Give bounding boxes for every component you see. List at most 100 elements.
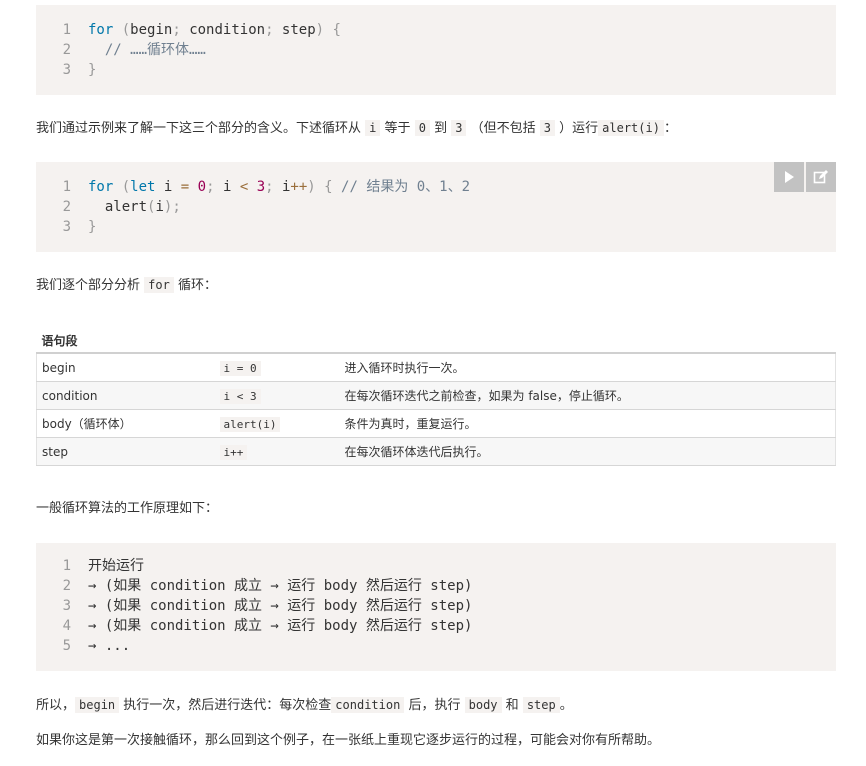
code-token: i (155, 199, 164, 215)
code-token: begin (130, 22, 173, 38)
code-token: ; (206, 179, 215, 195)
text: 。 (559, 698, 573, 713)
text: 所以， (36, 698, 76, 713)
code-token: ) (315, 22, 325, 38)
text: 循环： (177, 278, 217, 293)
line-number: 3 (62, 598, 71, 614)
text: 等于 (384, 121, 411, 136)
code-token: for (88, 22, 114, 38)
code-text: → (如果 condition 成立 → 运行 body 然后运行 step) (88, 618, 473, 634)
code-token: 3 (256, 179, 266, 195)
code-line: 1 for (let i = 0; i < 3; i++) { // 结果为 0、… (36, 177, 836, 197)
code-token: ; (172, 22, 181, 38)
line-number: 3 (62, 219, 71, 235)
code-text: for (begin; condition; step) { (71, 20, 341, 40)
text: 我们逐个部分分析 (36, 278, 141, 293)
text: 我们通过示例来了解一下这三个部分的含义。下述循环从 (36, 121, 362, 136)
cell-desc: 在每次循环迭代之前检查，如果为 false，停止循环。 (339, 381, 836, 410)
code-token: { (332, 22, 341, 38)
intro-paragraph: 我们通过示例来了解一下这三个部分的含义。下述循环从 i 等于 0 到 3 （但不… (36, 118, 677, 139)
code-text: 开始运行 (88, 558, 144, 574)
loop-parts-table: 语句段 begin i = 0 进入循环时执行一次。 condition i <… (36, 328, 836, 466)
code-token: // 结果为 0、1、2 (341, 179, 471, 195)
text: 到 (434, 121, 448, 136)
code-line: 3} (36, 60, 836, 80)
code-line: 2 // ……循环体…… (36, 40, 836, 60)
code-text: alert(i); (71, 197, 181, 217)
edit-button[interactable] (806, 162, 836, 192)
code-text: → (如果 condition 成立 → 运行 body 然后运行 step) (88, 578, 473, 594)
code-token: = (180, 179, 190, 195)
inline-code: 3 (539, 120, 555, 136)
table-row: condition i < 3 在每次循环迭代之前检查，如果为 false，停止… (36, 381, 836, 410)
code-token: i (273, 179, 291, 195)
code-token: condition (180, 22, 266, 38)
cell-name: condition (36, 381, 215, 410)
line-number: 2 (62, 578, 71, 594)
code-text: // ……循环体…… (71, 40, 206, 60)
code-line: 3 → (如果 condition 成立 → 运行 body 然后运行 step) (36, 596, 836, 616)
cell-desc: 在每次循环体迭代后执行。 (339, 437, 836, 466)
line-number: 5 (62, 638, 71, 654)
cell-code: i++ (219, 444, 248, 460)
line-number: 2 (62, 42, 71, 58)
code-line: 2 alert(i); (36, 197, 836, 217)
code-token: alert (88, 199, 148, 215)
line-number: 1 (62, 179, 71, 195)
tip-paragraph: 如果你这是第一次接触循环，那么回到这个例子，在一张纸上重现它逐步运行的过程，可能… (36, 733, 661, 748)
inline-code: begin (75, 697, 120, 713)
text: 执行一次，然后进行迭代：每次检查 (123, 698, 332, 713)
edit-icon (813, 170, 828, 184)
code-text: → (如果 condition 成立 → 运行 body 然后运行 step) (88, 598, 473, 614)
code-block-algorithm: 1 开始运行 2 → (如果 condition 成立 → 运行 body 然后运行 … (36, 543, 836, 671)
code-token: 0 (197, 179, 207, 195)
line-number: 4 (62, 618, 71, 634)
line-number: 1 (62, 22, 71, 38)
run-button[interactable] (774, 162, 804, 192)
inline-code: condition (331, 697, 405, 713)
cell-name: body（循环体） (36, 409, 215, 438)
algorithm-intro: 一般循环算法的工作原理如下： (36, 501, 219, 516)
code-block-example: 1 for (let i = 0; i < 3; i++) { // 结果为 0、… (36, 162, 836, 252)
code-token: ; (265, 179, 274, 195)
cell-name: step (36, 437, 215, 466)
code-token: ( (121, 22, 131, 38)
inline-code: 3 (451, 120, 467, 136)
code-token: ; (265, 22, 274, 38)
code-token: < (239, 179, 249, 195)
code-token: step (273, 22, 316, 38)
code-line: 1 开始运行 (36, 556, 836, 576)
code-token: // ……循环体…… (88, 42, 206, 58)
inline-code: body (464, 697, 502, 713)
line-number: 1 (62, 558, 71, 574)
table-header: 语句段 (36, 328, 215, 354)
inline-code: 0 (414, 120, 430, 136)
line-number: 3 (62, 62, 71, 78)
cell-code: i < 3 (219, 388, 261, 404)
inline-code: alert(i) (598, 120, 664, 136)
text: 和 (505, 698, 519, 713)
code-token: i (155, 179, 181, 195)
code-token: ++ (290, 179, 308, 195)
code-line: 1 for (begin; condition; step) { (36, 20, 836, 40)
code-token: ; (172, 199, 181, 215)
code-text: } (71, 60, 96, 80)
code-token: let (130, 179, 156, 195)
play-icon (785, 171, 794, 183)
code-line: 3} (36, 217, 836, 237)
cell-code: i = 0 (219, 360, 261, 376)
analysis-paragraph: 我们逐个部分分析 for 循环： (36, 275, 217, 296)
cell-desc: 进入循环时执行一次。 (339, 352, 836, 382)
code-line: 5 → ... (36, 636, 836, 656)
table-row: step i++ 在每次循环体迭代后执行。 (36, 437, 836, 466)
inline-code: i (365, 120, 381, 136)
code-token: { (324, 179, 333, 195)
code-token: } (88, 219, 97, 235)
code-text: → ... (88, 638, 131, 654)
